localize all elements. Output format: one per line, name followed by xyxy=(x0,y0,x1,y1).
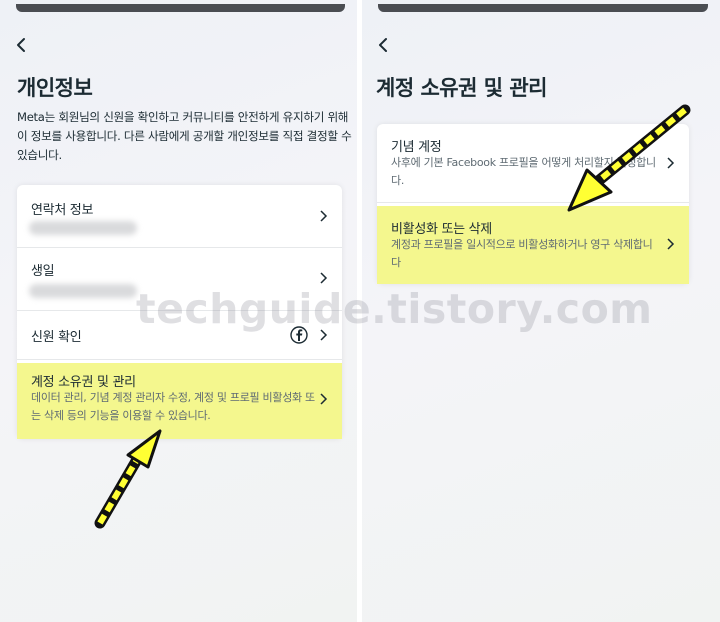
divider xyxy=(17,359,342,360)
highlight-arrow xyxy=(94,429,162,529)
status-bar xyxy=(16,4,345,12)
list-item-deactivation-deletion[interactable]: 비활성화 또는 삭제 계정과 프로필을 일시적으로 비활성화하거나 영구 삭제합… xyxy=(377,206,689,284)
page-title: 계정 소유권 및 관리 xyxy=(376,76,548,100)
page-description: Meta는 회원님의 신원을 확인하고 커뮤니티를 안전하게 유지하기 위해 이… xyxy=(17,110,352,162)
chevron-right-icon xyxy=(320,272,328,284)
blurred-value xyxy=(29,221,137,235)
blurred-value xyxy=(29,284,137,298)
list-item-birthday[interactable]: 생일 xyxy=(17,248,342,310)
list-item-label: 비활성화 또는 삭제 xyxy=(391,222,492,237)
list-item-label: 신원 확인 xyxy=(31,330,82,345)
chevron-right-icon xyxy=(320,210,328,222)
personal-info-screen: 개인정보 Meta는 회원님의 신원을 확인하고 커뮤니티를 안전하게 유지하기… xyxy=(0,0,357,622)
list-item-memorialization[interactable]: 기념 계정 사후에 기본 Facebook 프로필을 어떻게 처리할지 결정합니… xyxy=(377,124,689,202)
chevron-left-icon xyxy=(379,38,387,52)
chevron-right-icon xyxy=(320,393,328,405)
back-button[interactable] xyxy=(376,36,396,60)
chevron-right-icon xyxy=(320,329,328,341)
chevron-right-icon xyxy=(667,238,675,250)
list-item-contact-info[interactable]: 연락처 정보 xyxy=(17,185,342,247)
list-item-description: 계정과 프로필을 일시적으로 비활성화하거나 영구 삭제합니다 xyxy=(391,238,653,269)
list-item-label: 기념 계정 xyxy=(391,140,442,155)
account-ownership-list: 기념 계정 사후에 기본 Facebook 프로필을 어떻게 처리할지 결정합니… xyxy=(377,124,689,284)
page-title: 개인정보 xyxy=(17,76,93,100)
facebook-icon xyxy=(290,326,308,344)
list-item-account-ownership[interactable]: 계정 소유권 및 관리 데이터 관리, 기념 계정 관리자 수정, 계정 및 프… xyxy=(17,363,342,439)
list-item-description: 사후에 기본 Facebook 프로필을 어떻게 처리할지 결정합니다. xyxy=(391,156,656,187)
personal-info-list: 연락처 정보 생일 신원 확인 계정 소유권 및 관리 데이터 관리, 기념 계… xyxy=(17,185,342,439)
list-item-label: 계정 소유권 및 관리 xyxy=(31,375,136,390)
list-item-label: 생일 xyxy=(31,264,55,279)
chevron-left-icon xyxy=(17,38,25,52)
back-button[interactable] xyxy=(14,36,34,60)
chevron-right-icon xyxy=(667,157,675,169)
list-item-description: 데이터 관리, 기념 계정 관리자 수정, 계정 및 프로필 비활성화 또는 삭… xyxy=(31,391,315,422)
list-item-label: 연락처 정보 xyxy=(31,203,94,218)
list-item-identity-confirmation[interactable]: 신원 확인 xyxy=(17,311,342,359)
status-bar xyxy=(378,4,708,12)
divider xyxy=(377,202,689,203)
account-ownership-screen: 계정 소유권 및 관리 기념 계정 사후에 기본 Facebook 프로필을 어… xyxy=(362,0,720,622)
